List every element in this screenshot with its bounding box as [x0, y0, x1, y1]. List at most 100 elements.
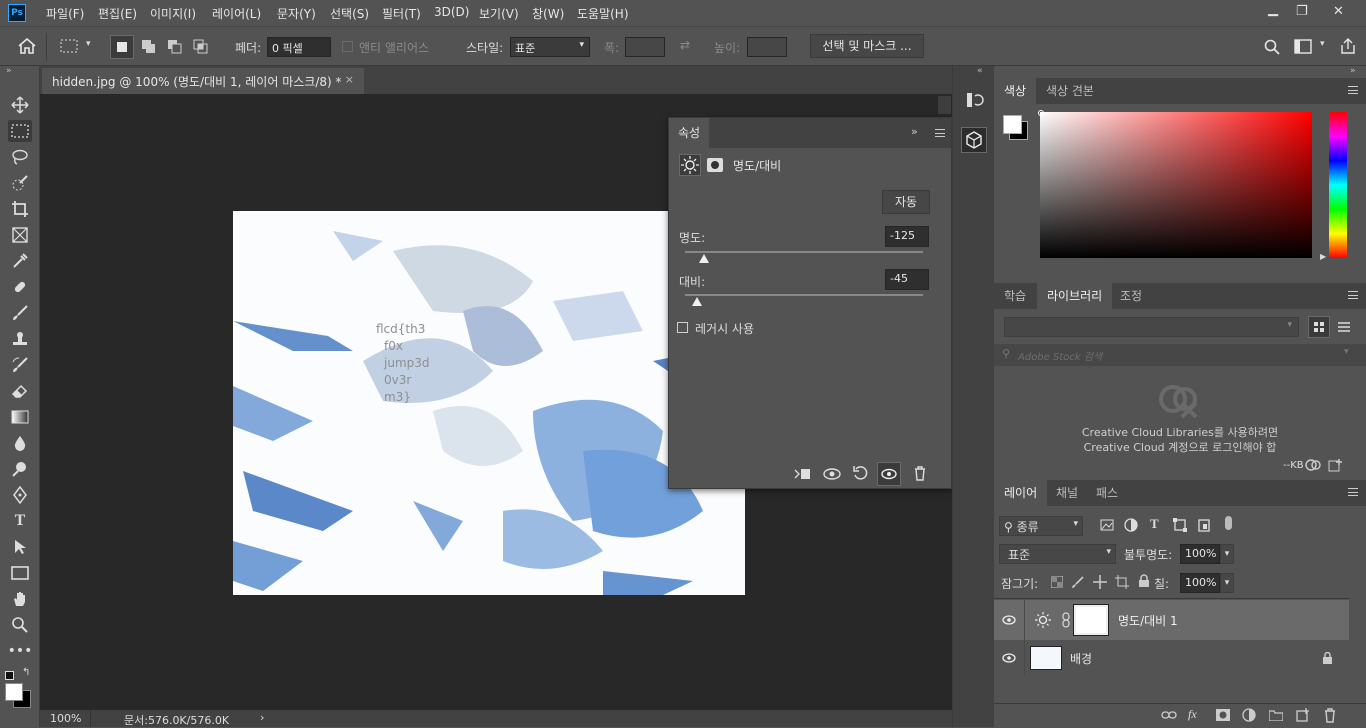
panel-menu-icon[interactable] — [1348, 86, 1358, 94]
layer-thumbnail[interactable] — [1030, 646, 1062, 670]
color-field[interactable] — [1040, 112, 1312, 258]
crop-icon[interactable] — [8, 198, 32, 220]
width-input[interactable] — [625, 37, 665, 57]
trash-icon[interactable] — [1323, 707, 1337, 723]
library-select[interactable]: ▾ — [1004, 317, 1299, 337]
add-mask-icon[interactable] — [1216, 709, 1230, 721]
contrast-input[interactable]: -45 — [885, 269, 929, 290]
minimize-icon[interactable]: ▁ — [1268, 2, 1278, 17]
brightness-input[interactable]: -125 — [885, 226, 929, 247]
brightness-slider-thumb[interactable] — [699, 254, 710, 263]
eye-icon[interactable] — [1002, 613, 1016, 627]
quick-selection-icon[interactable] — [8, 172, 32, 194]
tab-color[interactable]: 색상 — [994, 78, 1037, 104]
blur-icon[interactable] — [8, 432, 32, 454]
lock-position-icon[interactable] — [1093, 575, 1107, 589]
feather-input[interactable]: 0 픽셀 — [267, 37, 331, 57]
subtract-selection-icon[interactable] — [167, 39, 183, 55]
brightness-slider-track[interactable] — [685, 251, 923, 253]
move-tool-icon[interactable] — [8, 94, 32, 116]
cloud-sync-icon[interactable] — [1304, 458, 1322, 472]
menu-window[interactable]: 창(W) — [532, 5, 564, 22]
view-previous-state-icon[interactable] — [822, 466, 842, 482]
history-panel-icon[interactable] — [965, 90, 985, 110]
auto-button[interactable]: 자동 — [882, 190, 930, 214]
chevron-right-icon[interactable]: › — [260, 711, 264, 724]
contrast-slider-track[interactable] — [685, 294, 923, 296]
layer-row-background[interactable]: 배경 — [994, 640, 1349, 676]
menu-view[interactable]: 보기(V) — [479, 5, 519, 22]
lock-transparent-icon[interactable] — [1051, 576, 1063, 588]
opacity-input[interactable]: 100% — [1180, 544, 1220, 564]
link-icon[interactable] — [1062, 612, 1070, 628]
new-selection-button[interactable] — [110, 35, 134, 59]
reset-icon[interactable] — [852, 465, 868, 481]
tab-channels[interactable]: 채널 — [1046, 480, 1088, 506]
pen-icon[interactable] — [8, 484, 32, 506]
clip-to-layer-icon[interactable] — [793, 466, 811, 482]
chevron-down-icon[interactable]: ▾ — [86, 39, 91, 49]
mask-icon[interactable] — [707, 158, 723, 172]
close-icon[interactable]: ✕ — [1333, 4, 1344, 19]
document-tab[interactable]: hidden.jpg @ 100% (명도/대비 1, 레이어 마스크/8) *… — [42, 68, 364, 94]
select-mask-button[interactable]: 선택 및 마스크 ... — [810, 34, 924, 58]
marquee-preset-icon[interactable] — [60, 39, 78, 53]
new-layer-icon[interactable] — [1296, 708, 1310, 722]
add-selection-icon[interactable] — [141, 39, 157, 55]
tab-adjustments[interactable]: 조정 — [1110, 283, 1152, 309]
stock-search-row[interactable]: ⚲ Adobe Stock 검색 ▾ — [994, 344, 1366, 366]
menu-help[interactable]: 도움말(H) — [577, 5, 629, 22]
color-picker-cursor[interactable] — [1038, 110, 1044, 116]
restore-icon[interactable]: ❐ — [1296, 4, 1308, 19]
scrollbar-thumb[interactable] — [938, 96, 951, 114]
fill-input[interactable]: 100% — [1180, 573, 1220, 593]
shape-layer-filter-icon[interactable] — [1173, 518, 1187, 532]
legacy-checkbox[interactable] — [677, 322, 688, 333]
collapse-icon[interactable]: » — [1350, 66, 1356, 76]
tab-layers[interactable]: 레이어 — [994, 480, 1048, 506]
intersect-selection-icon[interactable] — [193, 39, 209, 55]
layer-name[interactable]: 배경 — [1070, 650, 1092, 667]
grid-view-button[interactable] — [1308, 316, 1330, 338]
lock-all-icon[interactable] — [1138, 574, 1150, 588]
list-view-icon[interactable] — [1337, 320, 1351, 334]
menu-3d[interactable]: 3D(D) — [434, 5, 469, 19]
adjustment-icon-button[interactable] — [679, 154, 701, 176]
home-icon[interactable] — [18, 38, 36, 54]
tab-libraries[interactable]: 라이브러리 — [1037, 283, 1113, 309]
lock-pixels-icon[interactable] — [1071, 575, 1085, 589]
menu-edit[interactable]: 편집(E) — [98, 5, 137, 22]
menu-filter[interactable]: 필터(T) — [382, 5, 421, 22]
collapse-icon[interactable]: « — [977, 66, 983, 76]
blend-mode-select[interactable]: 표준 ▾ — [999, 544, 1116, 564]
add-library-icon[interactable] — [1328, 458, 1344, 472]
swap-colors-icon[interactable]: ↰ — [22, 667, 30, 678]
panel-menu-icon[interactable] — [935, 129, 945, 137]
share-icon[interactable] — [1340, 38, 1356, 54]
layer-mask-thumbnail[interactable] — [1073, 604, 1109, 636]
menu-file[interactable]: 파일(F) — [46, 5, 84, 22]
style-select[interactable]: 표준 ▾ — [510, 37, 590, 57]
tab-swatches[interactable]: 색상 견본 — [1036, 78, 1104, 104]
menu-type[interactable]: 문자(Y) — [277, 5, 316, 22]
panel-menu-icon[interactable] — [1348, 291, 1358, 299]
hue-slider[interactable] — [1329, 112, 1347, 258]
toggle-visibility-button[interactable] — [877, 462, 901, 486]
dodge-icon[interactable] — [8, 458, 32, 480]
workspace-icon[interactable] — [1294, 39, 1312, 55]
rectangle-icon[interactable] — [8, 562, 32, 584]
new-adjustment-layer-icon[interactable] — [1242, 708, 1256, 722]
zoom-icon[interactable] — [8, 614, 32, 636]
layer-filter-select[interactable]: ⚲ 종류 ▾ — [999, 516, 1083, 536]
smart-object-filter-icon[interactable] — [1197, 518, 1211, 532]
menu-layer[interactable]: 레이어(L) — [212, 5, 261, 22]
lock-artboard-icon[interactable] — [1115, 575, 1129, 589]
eraser-icon[interactable] — [8, 380, 32, 402]
more-tools-icon[interactable]: ••• — [8, 640, 33, 662]
tab-properties[interactable]: 속성 — [669, 118, 709, 148]
chevron-down-icon[interactable]: ▾ — [1220, 573, 1234, 593]
menu-select[interactable]: 선택(S) — [330, 5, 369, 22]
chevron-down-icon[interactable]: ▾ — [1320, 39, 1325, 49]
foreground-color-swatch[interactable] — [5, 683, 23, 701]
brush-icon[interactable] — [8, 302, 32, 324]
